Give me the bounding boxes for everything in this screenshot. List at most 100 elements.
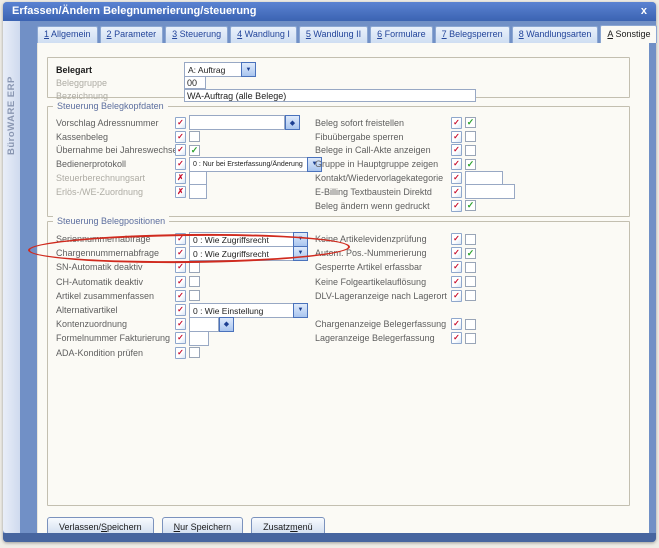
- chevron-down-icon[interactable]: ▼: [241, 62, 256, 77]
- field-edit-icon: ✓: [175, 233, 186, 245]
- tab-steuerung[interactable]: 3 Steuerung: [165, 26, 228, 43]
- kontenzuordnung-input[interactable]: [189, 317, 219, 332]
- field-label: Kassenbeleg: [56, 132, 175, 142]
- tab-belegsperren[interactable]: 7 Belegsperren: [435, 26, 510, 43]
- tab-wandlung-1[interactable]: 4 Wandlung I: [230, 26, 297, 43]
- field-edit-icon: ✓: [451, 117, 462, 129]
- ebilling-input[interactable]: [465, 184, 515, 199]
- chargennummern-select[interactable]: 0 : Wie Zugriffsrecht ▼: [189, 246, 308, 261]
- sofort-freistellen-checkbox[interactable]: ✓: [465, 117, 476, 128]
- brand-label: BüroWARE ERP: [4, 35, 19, 155]
- aendern-gedruckt-checkbox[interactable]: ✓: [465, 200, 476, 211]
- fibu-sperren-checkbox[interactable]: [465, 131, 476, 142]
- field-label: CH-Automatik deaktiv: [56, 277, 175, 287]
- form-row: Keine Artikelevidenzprüfung ✓: [315, 232, 629, 246]
- close-icon[interactable]: x: [641, 5, 647, 17]
- erloes-zuordnung-input: [189, 184, 207, 199]
- field-label: Chargennummernabfrage: [56, 248, 175, 258]
- field-label: Belege in Call-Akte anzeigen: [315, 145, 451, 155]
- field-label: E-Billing Textbaustein Direktd: [315, 187, 451, 197]
- form-row: DLV-Lageranzeige nach Lagerort ✓: [315, 289, 629, 303]
- chargennummern-value: 0 : Wie Zugriffsrecht: [189, 246, 293, 261]
- belegart-label: Belegart: [56, 65, 184, 75]
- field-edit-icon: ✓: [175, 276, 186, 288]
- lookup-icon[interactable]: ◆: [219, 317, 234, 332]
- gesperrte-artikel-checkbox[interactable]: [465, 262, 476, 273]
- jahreswechsel-checkbox[interactable]: ✓: [189, 145, 200, 156]
- tab-formulare[interactable]: 6 Formulare: [370, 26, 433, 43]
- field-label: Beleg sofort freistellen: [315, 118, 451, 128]
- bezeichnung-label: Bezeichnung: [56, 91, 184, 101]
- form-row: Chargennummernabfrage ✓ 0 : Wie Zugriffs…: [56, 246, 315, 260]
- beleggruppe-input[interactable]: 00: [184, 76, 206, 89]
- tab-sonstige[interactable]: A Sonstige: [600, 25, 657, 43]
- field-edit-icon: ✓: [175, 332, 186, 344]
- form-row: Übernahme bei Jahreswechsel ✓ ✓: [56, 144, 315, 158]
- bedienerprotokoll-select[interactable]: 0 : Nur bei Ersterfassung/Änderung ▼: [189, 157, 322, 172]
- field-label: ADA-Kondition prüfen: [56, 348, 175, 358]
- hauptgruppe-checkbox[interactable]: ✓: [465, 159, 476, 170]
- form-row: CH-Automatik deaktiv ✓: [56, 275, 315, 289]
- field-label: Bedienerprotokoll: [56, 159, 175, 169]
- field-label: Formelnummer Fakturierung: [56, 333, 175, 343]
- field-edit-icon: ✓: [175, 158, 186, 170]
- field-label: Beleg ändern wenn gedruckt: [315, 201, 451, 211]
- seriennummern-select[interactable]: 0 : Wie Zugriffsrecht ▼: [189, 232, 308, 247]
- pos-nummerierung-checkbox[interactable]: ✓: [465, 248, 476, 259]
- window-bottom-edge: [3, 533, 656, 542]
- tab-allgemein[interactable]: 1 Allgemein: [37, 26, 98, 43]
- field-label: Kontakt/Wiedervorlagekategorie: [315, 173, 451, 183]
- alternativartikel-select[interactable]: 0 : Wie Einstellung ▼: [189, 303, 308, 318]
- sn-automatik-checkbox[interactable]: [189, 262, 200, 273]
- chevron-down-icon[interactable]: ▼: [293, 303, 308, 318]
- ada-kondition-checkbox[interactable]: [189, 347, 200, 358]
- form-row: Vorschlag Adressnummer ✓ ◆: [56, 116, 315, 130]
- form-row: Kassenbeleg ✓: [56, 130, 315, 144]
- chevron-down-icon[interactable]: ▼: [293, 232, 308, 247]
- zusammenfassen-checkbox[interactable]: [189, 290, 200, 301]
- vorschlag-adressnummer-input[interactable]: [189, 115, 285, 130]
- belegart-select[interactable]: A: Auftrag ▼: [184, 62, 256, 77]
- formelnummer-input[interactable]: [189, 331, 209, 346]
- tab-wandlungsarten[interactable]: 8 Wandlungsarten: [512, 26, 599, 43]
- field-edit-icon: ✓: [451, 144, 462, 156]
- field-label: Steuerberechnungsart: [56, 173, 175, 183]
- kassenbeleg-checkbox[interactable]: [189, 131, 200, 142]
- belegpos-right-column: Keine Artikelevidenzprüfung ✓ Autom. Pos…: [315, 232, 629, 360]
- call-akte-checkbox[interactable]: [465, 145, 476, 156]
- tab-content-panel: Belegart A: Auftrag ▼ Beleggruppe 00 Bez…: [37, 43, 649, 533]
- ch-automatik-checkbox[interactable]: [189, 276, 200, 287]
- lageranzeige-checkbox[interactable]: [465, 333, 476, 344]
- form-row: Keine Folgeartikelauflösung ✓: [315, 275, 629, 289]
- field-label: Gruppe in Hauptgruppe zeigen: [315, 159, 451, 169]
- form-row: Belege in Call-Akte anzeigen ✓: [315, 144, 629, 158]
- lookup-icon[interactable]: ◆: [285, 115, 300, 130]
- beleg-header-box: Belegart A: Auftrag ▼ Beleggruppe 00 Bez…: [47, 57, 630, 98]
- evidenzpruefung-checkbox[interactable]: [465, 234, 476, 245]
- tab-parameter[interactable]: 2 Parameter: [100, 26, 164, 43]
- form-row: Beleg sofort freistellen ✓ ✓: [315, 116, 629, 130]
- field-label: Erlös-/WE-Zuordnung: [56, 187, 175, 197]
- chevron-down-icon[interactable]: ▼: [293, 246, 308, 261]
- field-edit-icon: ✓: [451, 276, 462, 288]
- field-label: Chargenanzeige Belegerfassung: [315, 319, 451, 329]
- belegpositionen-box: Steuerung Belegpositionen Seriennummerna…: [47, 221, 630, 506]
- field-edit-icon: ✓: [451, 186, 462, 198]
- tab-wandlung-2[interactable]: 5 Wandlung II: [299, 26, 368, 43]
- field-label: Kontenzuordnung: [56, 319, 175, 329]
- field-edit-icon: ✓: [451, 233, 462, 245]
- field-label: DLV-Lageranzeige nach Lagerort: [315, 291, 451, 301]
- form-row: ADA-Kondition prüfen ✓: [56, 346, 315, 360]
- folgeartikel-checkbox[interactable]: [465, 276, 476, 287]
- field-edit-icon: ✓: [175, 247, 186, 259]
- dlv-lageranzeige-checkbox[interactable]: [465, 290, 476, 301]
- form-row: Gesperrte Artikel erfassbar ✓: [315, 260, 629, 274]
- form-row: Alternativartikel ✓ 0 : Wie Einstellung …: [56, 303, 315, 317]
- field-edit-icon: ✓: [175, 117, 186, 129]
- field-locked-icon: ✗: [175, 186, 186, 198]
- belegart-value: A: Auftrag: [184, 62, 241, 77]
- form-row: SN-Automatik deaktiv ✓: [56, 260, 315, 274]
- bezeichnung-input[interactable]: WA-Auftrag (alle Belege): [184, 89, 476, 102]
- wiedervorlage-input[interactable]: [465, 171, 503, 186]
- chargenanzeige-checkbox[interactable]: [465, 319, 476, 330]
